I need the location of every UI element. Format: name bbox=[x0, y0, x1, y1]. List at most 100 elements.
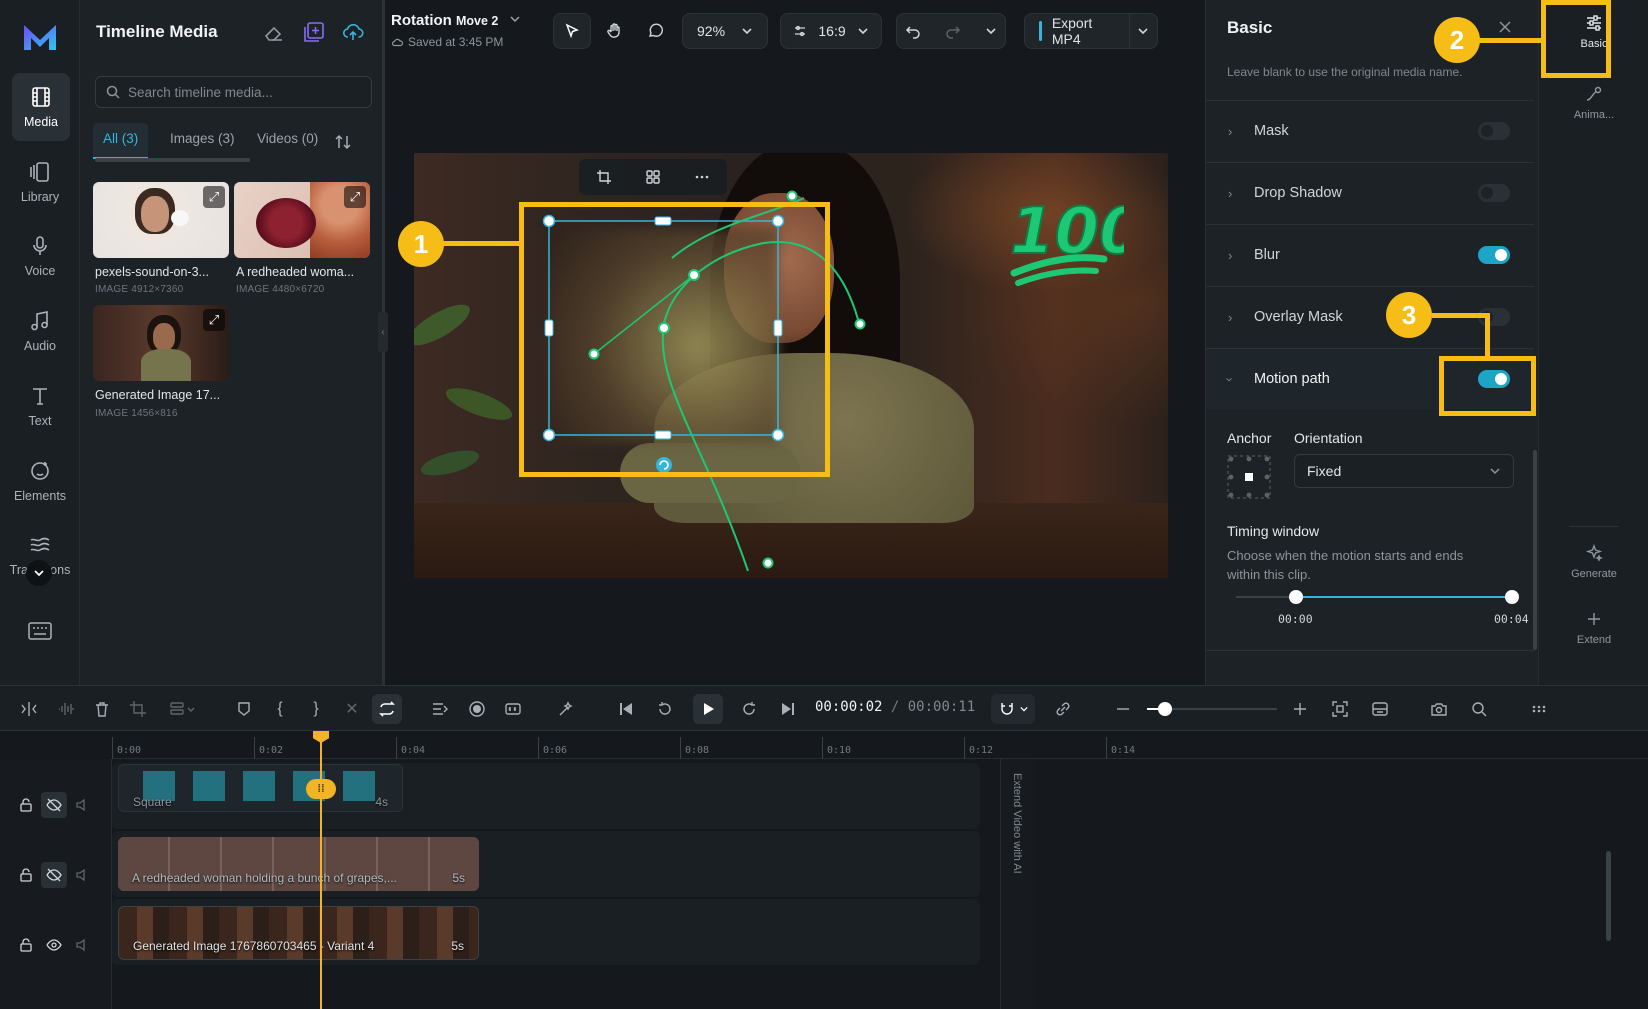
mask-toggle[interactable] bbox=[1478, 122, 1510, 140]
split-button[interactable] bbox=[18, 698, 40, 720]
section-mask[interactable]: › Mask bbox=[1206, 100, 1534, 161]
visibility-toggle[interactable] bbox=[41, 862, 67, 888]
expand-icon[interactable]: ⤢ bbox=[203, 186, 225, 208]
drop-shadow-toggle[interactable] bbox=[1478, 184, 1510, 202]
rail-item-extend[interactable]: Extend bbox=[1539, 610, 1648, 646]
audio-wave-button[interactable] bbox=[55, 698, 77, 720]
comment-tool-button[interactable] bbox=[638, 13, 674, 49]
timeline-clip-square[interactable]: Square 4s bbox=[118, 764, 403, 812]
timing-start-handle[interactable] bbox=[1289, 590, 1303, 604]
speaker-icon[interactable] bbox=[75, 797, 91, 813]
tab-images[interactable]: Images (3) bbox=[160, 123, 245, 159]
sort-icon[interactable] bbox=[334, 133, 352, 151]
rail-item-elements[interactable]: Elements bbox=[0, 446, 80, 516]
snapshot-button[interactable] bbox=[1428, 698, 1450, 720]
project-title[interactable]: Rotation Move 2 bbox=[391, 12, 521, 29]
media-thumb-2[interactable]: ⤢ bbox=[234, 182, 370, 258]
timeline-clip-generated[interactable]: Generated Image 1767860703465 - Variant … bbox=[118, 906, 479, 960]
insert-button[interactable] bbox=[429, 698, 451, 720]
skip-end-button[interactable] bbox=[777, 698, 799, 720]
lock-icon[interactable] bbox=[18, 797, 34, 813]
rail-item-media[interactable]: Media bbox=[12, 73, 70, 141]
zoom-slider-handle[interactable] bbox=[1158, 702, 1172, 716]
expand-icon[interactable]: ⤢ bbox=[344, 186, 366, 208]
redo-icon[interactable] bbox=[945, 23, 961, 39]
cloud-upload-icon[interactable] bbox=[341, 20, 365, 44]
mark-in-button[interactable]: { bbox=[269, 698, 291, 720]
zoom-in-button[interactable] bbox=[1289, 698, 1311, 720]
split-marker-icon[interactable]: ⁞⁞ bbox=[306, 779, 336, 799]
select-tool-button[interactable] bbox=[553, 13, 591, 49]
search-timeline-button[interactable] bbox=[1468, 698, 1490, 720]
add-media-icon[interactable] bbox=[302, 20, 326, 44]
lock-icon[interactable] bbox=[18, 937, 34, 953]
rail-more-button[interactable] bbox=[26, 560, 52, 586]
timeline-menu-button[interactable] bbox=[1528, 698, 1550, 720]
fit-button[interactable] bbox=[1329, 698, 1351, 720]
keyboard-icon[interactable] bbox=[28, 622, 52, 640]
aspect-ratio-select[interactable]: 16:9 bbox=[780, 13, 882, 49]
timeline[interactable]: 0:00 0:02 0:04 0:06 0:08 0:10 0:12 0:14 … bbox=[0, 731, 1648, 1009]
undo-icon[interactable] bbox=[905, 23, 921, 39]
loop-button[interactable] bbox=[372, 694, 402, 724]
time-ruler[interactable]: 0:00 0:02 0:04 0:06 0:08 0:10 0:12 0:14 bbox=[112, 731, 1648, 759]
visibility-toggle[interactable] bbox=[41, 792, 67, 818]
chevron-down-icon[interactable] bbox=[985, 25, 997, 37]
media-search[interactable]: Search timeline media... bbox=[95, 76, 372, 108]
rail-item-animation[interactable]: Anima... bbox=[1539, 85, 1648, 121]
timing-end-handle[interactable] bbox=[1505, 590, 1519, 604]
extend-video-panel[interactable]: Extend Video with AI bbox=[1000, 759, 1036, 1009]
play-button[interactable] bbox=[693, 694, 723, 724]
link-tool-button[interactable] bbox=[555, 698, 577, 720]
forward-button[interactable] bbox=[738, 698, 760, 720]
link-button[interactable] bbox=[1052, 698, 1074, 720]
lock-icon[interactable] bbox=[18, 867, 34, 883]
hand-tool-button[interactable] bbox=[597, 13, 633, 49]
marker-button[interactable] bbox=[233, 698, 255, 720]
speaker-icon[interactable] bbox=[75, 867, 91, 883]
eye-icon[interactable] bbox=[46, 937, 62, 953]
blur-toggle[interactable] bbox=[1478, 246, 1510, 264]
rewind-button[interactable] bbox=[654, 698, 676, 720]
motion-path-end[interactable] bbox=[762, 557, 774, 569]
rail-item-voice[interactable]: Voice bbox=[0, 221, 80, 291]
media-thumb-1[interactable]: ⤢ bbox=[93, 182, 229, 258]
zoom-select[interactable]: 92% bbox=[682, 13, 768, 49]
record-button[interactable] bbox=[466, 698, 488, 720]
motion-path-handle[interactable] bbox=[786, 190, 798, 202]
mark-out-button[interactable]: } bbox=[305, 698, 327, 720]
layers-button[interactable] bbox=[1369, 698, 1391, 720]
eraser-icon[interactable] bbox=[262, 20, 286, 44]
rail-item-library[interactable]: Library bbox=[0, 147, 80, 217]
search-input[interactable]: Search timeline media... bbox=[128, 85, 273, 100]
speaker-icon[interactable] bbox=[75, 937, 91, 953]
captions-button[interactable] bbox=[502, 698, 524, 720]
section-drop-shadow[interactable]: › Drop Shadow bbox=[1206, 162, 1534, 223]
rail-item-audio[interactable]: Audio bbox=[0, 296, 80, 366]
orientation-select[interactable]: Fixed bbox=[1294, 454, 1514, 488]
tab-all[interactable]: All (3) bbox=[93, 123, 149, 159]
skip-start-button[interactable] bbox=[615, 698, 637, 720]
timeline-scrollbar[interactable] bbox=[1606, 851, 1611, 941]
expand-icon[interactable]: ⤢ bbox=[203, 309, 225, 331]
rail-item-generate[interactable]: Generate bbox=[1539, 544, 1648, 580]
media-thumb-3[interactable]: ⤢ bbox=[93, 305, 229, 381]
playhead[interactable] bbox=[320, 731, 322, 1009]
properties-scrollbar[interactable] bbox=[1533, 450, 1537, 650]
motion-path-handle[interactable] bbox=[854, 318, 866, 330]
panel-collapse-handle[interactable]: ‹ bbox=[378, 312, 388, 352]
snap-dropdown[interactable] bbox=[991, 694, 1035, 724]
rail-item-text[interactable]: Text bbox=[0, 371, 80, 441]
export-options-button[interactable] bbox=[1128, 14, 1157, 48]
timeline-clip-grapes[interactable]: A redheaded woman holding a bunch of gra… bbox=[118, 837, 479, 891]
zoom-out-button[interactable] bbox=[1112, 698, 1134, 720]
close-icon[interactable] bbox=[1498, 20, 1512, 34]
layout-dropdown[interactable] bbox=[164, 698, 202, 720]
tabs-scrollbar[interactable] bbox=[95, 158, 250, 162]
anchor-grid[interactable] bbox=[1227, 455, 1271, 499]
clear-marks-button[interactable]: ✕ bbox=[341, 698, 363, 720]
tab-videos[interactable]: Videos (0) bbox=[247, 123, 328, 159]
delete-button[interactable] bbox=[91, 698, 113, 720]
section-blur[interactable]: › Blur bbox=[1206, 224, 1534, 285]
crop-button[interactable] bbox=[127, 698, 149, 720]
